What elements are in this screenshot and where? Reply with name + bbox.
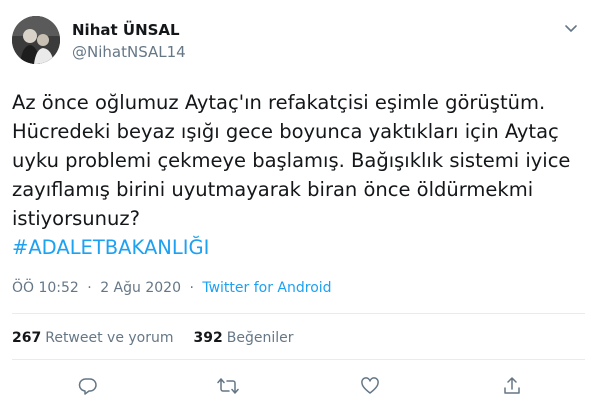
author-username[interactable]: @NihatNSAL14 bbox=[72, 43, 186, 61]
likes-label: Beğeniler bbox=[226, 330, 294, 346]
tweet-date[interactable]: 2 Ağu 2020 bbox=[100, 280, 181, 296]
tweet-text-line: Hücredeki beyaz ışığı gece boyunca yaktı… bbox=[12, 120, 559, 143]
likes-stat[interactable]: 392 Beğeniler bbox=[194, 330, 294, 346]
tweet-actions bbox=[12, 370, 585, 402]
heart-icon[interactable] bbox=[358, 374, 382, 398]
tweet-source-link[interactable]: Twitter for Android bbox=[202, 280, 331, 296]
meta-separator: · bbox=[87, 280, 92, 296]
tweet-text-line: uyku problemi çekmeye başlamış. Bağışıkl… bbox=[12, 149, 571, 172]
likes-count: 392 bbox=[193, 330, 223, 346]
retweets-count: 267 bbox=[12, 330, 42, 346]
divider bbox=[12, 359, 585, 360]
tweet-text: Az önce oğlumuz Aytaç'ın refakatçisi eşi… bbox=[12, 88, 587, 233]
author-display-name[interactable]: Nihat ÜNSAL bbox=[72, 21, 180, 39]
retweets-label: Retweet ve yorum bbox=[45, 330, 174, 346]
avatar[interactable] bbox=[12, 16, 60, 64]
tweet-meta: ÖÖ 10:52 · 2 Ağu 2020 · Twitter for Andr… bbox=[12, 280, 332, 296]
share-icon[interactable] bbox=[500, 374, 524, 398]
tweet-time[interactable]: ÖÖ 10:52 bbox=[12, 280, 79, 296]
tweet-card: Nihat ÜNSAL @NihatNSAL14 Az önce oğlumuz… bbox=[0, 0, 597, 416]
reply-icon[interactable] bbox=[76, 374, 100, 398]
hashtag-link[interactable]: #ADALETBAKANLIĞI bbox=[12, 233, 209, 262]
retweets-stat[interactable]: 267 Retweet ve yorum bbox=[12, 330, 174, 346]
divider bbox=[12, 313, 585, 314]
retweet-icon[interactable] bbox=[216, 374, 240, 398]
tweet-text-line: istiyorsunuz? bbox=[12, 207, 140, 230]
tweet-text-line: Az önce oğlumuz Aytaç'ın refakatçisi eşi… bbox=[12, 91, 546, 114]
chevron-down-icon[interactable] bbox=[559, 16, 583, 40]
tweet-stats: 267 Retweet ve yorum 392 Beğeniler bbox=[12, 330, 294, 346]
tweet-text-line: zayıflamış birini uyutmayarak biran önce… bbox=[12, 178, 534, 201]
meta-separator: · bbox=[189, 280, 194, 296]
